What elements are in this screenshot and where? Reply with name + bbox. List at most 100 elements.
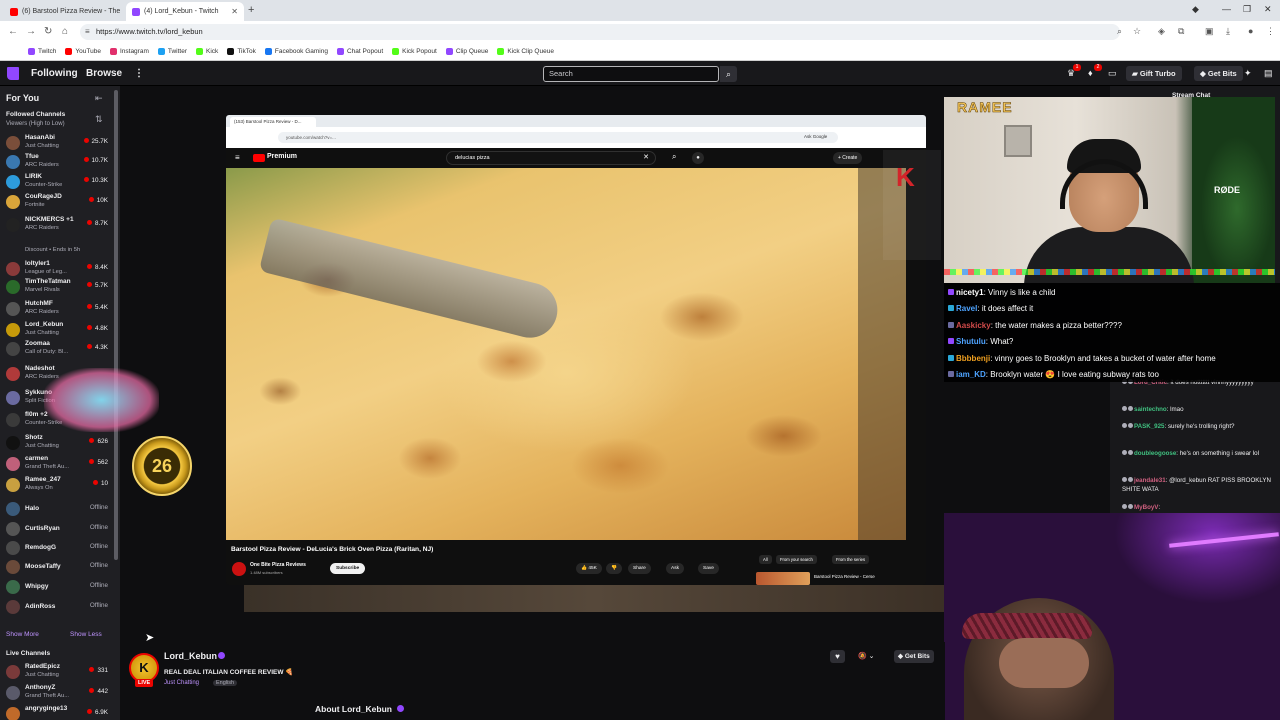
chat-username[interactable]: saintechno — [1134, 406, 1167, 413]
channel-name: HasanAbi — [25, 134, 55, 141]
download-icon[interactable]: ⤓ — [1226, 26, 1230, 37]
get-bits-button[interactable]: ◆ Get Bits — [1194, 66, 1243, 81]
sidebar-channel[interactable]: TimTheTatman Marvel Rivals 5.7K — [0, 277, 112, 297]
sidebar-channel[interactable]: RemdogG Offline — [0, 538, 112, 558]
sidebar-channel[interactable]: Halo Offline — [0, 499, 112, 519]
gift-icon: ▰ — [1132, 69, 1140, 78]
sidebar-channel[interactable]: Tfue ARC Raiders 10.7K — [0, 152, 112, 172]
chat-message[interactable]: doubleogoose: he's on something i swear … — [1122, 450, 1274, 459]
sidebar-channel[interactable]: RatedEpicz Just Chatting 331 — [0, 662, 112, 682]
reload-icon[interactable]: ↻ — [44, 26, 52, 37]
bookmark-twitter[interactable]: Twitter — [157, 48, 187, 55]
chat-message[interactable]: MyBoyV: — [1122, 504, 1274, 513]
forward-icon[interactable]: → — [26, 26, 36, 37]
notifications-icon[interactable]: ♦ — [1088, 68, 1093, 78]
channel-info-bar — [120, 642, 945, 720]
sidebar-channel[interactable]: AnthonyZ Grand Theft Au... 442 — [0, 683, 112, 703]
sidebar-channel[interactable]: Zoomaa Call of Duty: Bl... 4.3K — [0, 339, 112, 359]
language-tag[interactable]: English — [213, 680, 238, 686]
bookmark-favicon-icon — [28, 48, 35, 55]
youtube-subscriber-count: 1.48M subscribers — [250, 570, 283, 575]
collapse-sidebar-icon[interactable]: ⇤ — [95, 93, 103, 104]
bookmark-clip-queue[interactable]: Clip Queue — [445, 48, 488, 55]
sidebar-channel[interactable]: HasanAbi Just Chatting 25.7K — [0, 133, 112, 153]
bookmark-star-icon[interactable]: ☆ — [1133, 26, 1141, 37]
channel-category: Fortnite — [25, 202, 45, 208]
sidepanel-icon[interactable]: ▣ — [1205, 26, 1214, 37]
channel-name: Whipgy — [25, 583, 49, 590]
gift-turbo-button[interactable]: ▰ Gift Turbo — [1126, 66, 1182, 81]
close-tab-icon[interactable]: ✕ — [231, 7, 238, 16]
sidebar-channel[interactable]: LIRIK Counter-Strike 10.3K — [0, 172, 112, 192]
chat-message[interactable]: saintechno: lmao — [1122, 406, 1274, 415]
sidebar-channel[interactable]: AdinRoss Offline — [0, 597, 112, 617]
sidebar-channel[interactable]: CouRageJD Fortnite 10K — [0, 192, 112, 212]
address-bar[interactable]: ≡ https://www.twitch.tv/lord_kebun — [80, 24, 1120, 40]
live-dot-icon — [87, 304, 93, 309]
search-icon[interactable]: ⌕ — [720, 66, 737, 82]
extensions-puzzle-icon[interactable]: ⧉ — [1178, 26, 1184, 37]
restore-icon[interactable]: ❐ — [1243, 4, 1251, 15]
bookmark-instagram[interactable]: Instagram — [109, 48, 149, 55]
browse-link[interactable]: Browse — [86, 68, 122, 79]
minimize-icon[interactable]: — — [1222, 4, 1231, 14]
sidebar-channel[interactable]: CurtisRyan Offline — [0, 519, 112, 539]
bookmark-chat-popout[interactable]: Chat Popout — [336, 48, 383, 55]
extension-icon[interactable]: ✦ — [1244, 68, 1252, 79]
chat-username[interactable]: PASK_925 — [1134, 423, 1165, 430]
sidebar-channel[interactable]: NICKMERCS +1 ARC Raiders 8.7K — [0, 215, 112, 235]
extension-icon[interactable]: ◈ — [1158, 26, 1165, 37]
channel-name[interactable]: Lord_Kebun — [164, 651, 217, 661]
browser-tab-pizza-review[interactable]: (6) Barstool Pizza Review - The ✕ — [4, 2, 122, 21]
sidebar-channel[interactable]: loltyler1 League of Leg... 8.4K — [0, 259, 112, 279]
site-info-icon[interactable]: ≡ — [85, 24, 90, 40]
profile-avatar-icon[interactable]: ● — [1248, 26, 1253, 36]
sort-icon[interactable]: ⇅ — [95, 114, 103, 125]
sidebar-channel[interactable]: carmen Grand Theft Au... 562 — [0, 454, 112, 474]
whispers-icon[interactable]: ▭ — [1108, 68, 1117, 79]
zoom-icon[interactable]: ⌕ — [1117, 26, 1122, 37]
show-more-link[interactable]: Show More — [6, 631, 39, 638]
back-icon[interactable]: ← — [8, 26, 18, 37]
viewer-count-value: Offline — [89, 524, 108, 531]
sidebar-channel[interactable]: Shotz Just Chatting 626 — [0, 433, 112, 453]
bookmark-youtube[interactable]: YouTube — [65, 48, 101, 55]
channel-category: ARC Raiders — [25, 225, 59, 231]
bookmark-tiktok[interactable]: TikTok — [227, 48, 256, 55]
bookmark-kick[interactable]: Kick — [196, 48, 218, 55]
sidebar-channel[interactable]: Lord_Kebun Just Chatting 4.8K — [0, 320, 112, 340]
search-input[interactable]: Search — [543, 66, 719, 82]
chat-username[interactable]: MyBoyV — [1134, 504, 1158, 511]
chat-username[interactable]: doubleogoose — [1134, 450, 1176, 457]
window-close-icon[interactable]: ✕ — [1264, 4, 1272, 15]
following-link[interactable]: Following — [31, 68, 78, 79]
sidebar-channel[interactable]: Whipgy Offline — [0, 577, 112, 597]
sidebar-scrollbar[interactable] — [114, 90, 118, 560]
sidebar-channel[interactable]: Ramee_247 Always On 10 — [0, 475, 112, 495]
bookmark-facebook-gaming[interactable]: Facebook Gaming — [264, 48, 328, 55]
bookmark-twitch[interactable]: Twitch — [28, 48, 56, 55]
stream-category-link[interactable]: Just Chatting — [164, 680, 199, 686]
more-menu-icon[interactable]: ⋮ — [134, 68, 144, 79]
bookmark-kick-clip-queue[interactable]: Kick Clip Queue — [497, 48, 554, 55]
pizza-server-utensil — [258, 217, 564, 344]
bookmark-kick-popout[interactable]: Kick Popout — [392, 48, 437, 55]
show-less-link[interactable]: Show Less — [70, 631, 102, 638]
user-avatar-icon[interactable]: ▤ — [1264, 68, 1273, 79]
chat-message[interactable]: jeandale31: @lord_kebun RAT PISS BROOKLY… — [1122, 477, 1274, 494]
sidebar-channel[interactable]: MooseTaffy Offline — [0, 557, 112, 577]
browser-tab-twitch[interactable]: (4) Lord_Kebun - Twitch ✕ — [126, 2, 244, 21]
follow-heart-icon[interactable]: ♥ — [830, 650, 845, 663]
sidebar-channel[interactable]: angryginge13 6.9K — [0, 704, 112, 720]
chat-username[interactable]: jeandale31 — [1134, 477, 1166, 484]
notifications-bell-icon[interactable]: 🔕 ⌄ — [858, 650, 886, 663]
home-icon[interactable]: ⌂ — [62, 26, 68, 37]
profile-menu-icon[interactable]: ◆ — [1192, 4, 1199, 15]
twitch-logo-icon[interactable] — [7, 67, 19, 80]
get-bits-button[interactable]: ◆ Get Bits — [894, 650, 934, 663]
sidebar-channel[interactable]: HutchMF ARC Raiders 5.4K — [0, 299, 112, 319]
viewer-count-value: 5.7K — [95, 282, 108, 289]
new-tab-button[interactable]: + — [248, 4, 254, 16]
browser-menu-icon[interactable]: ⋮ — [1266, 26, 1275, 37]
chat-message[interactable]: PASK_925: surely he's trolling right? — [1122, 423, 1274, 432]
